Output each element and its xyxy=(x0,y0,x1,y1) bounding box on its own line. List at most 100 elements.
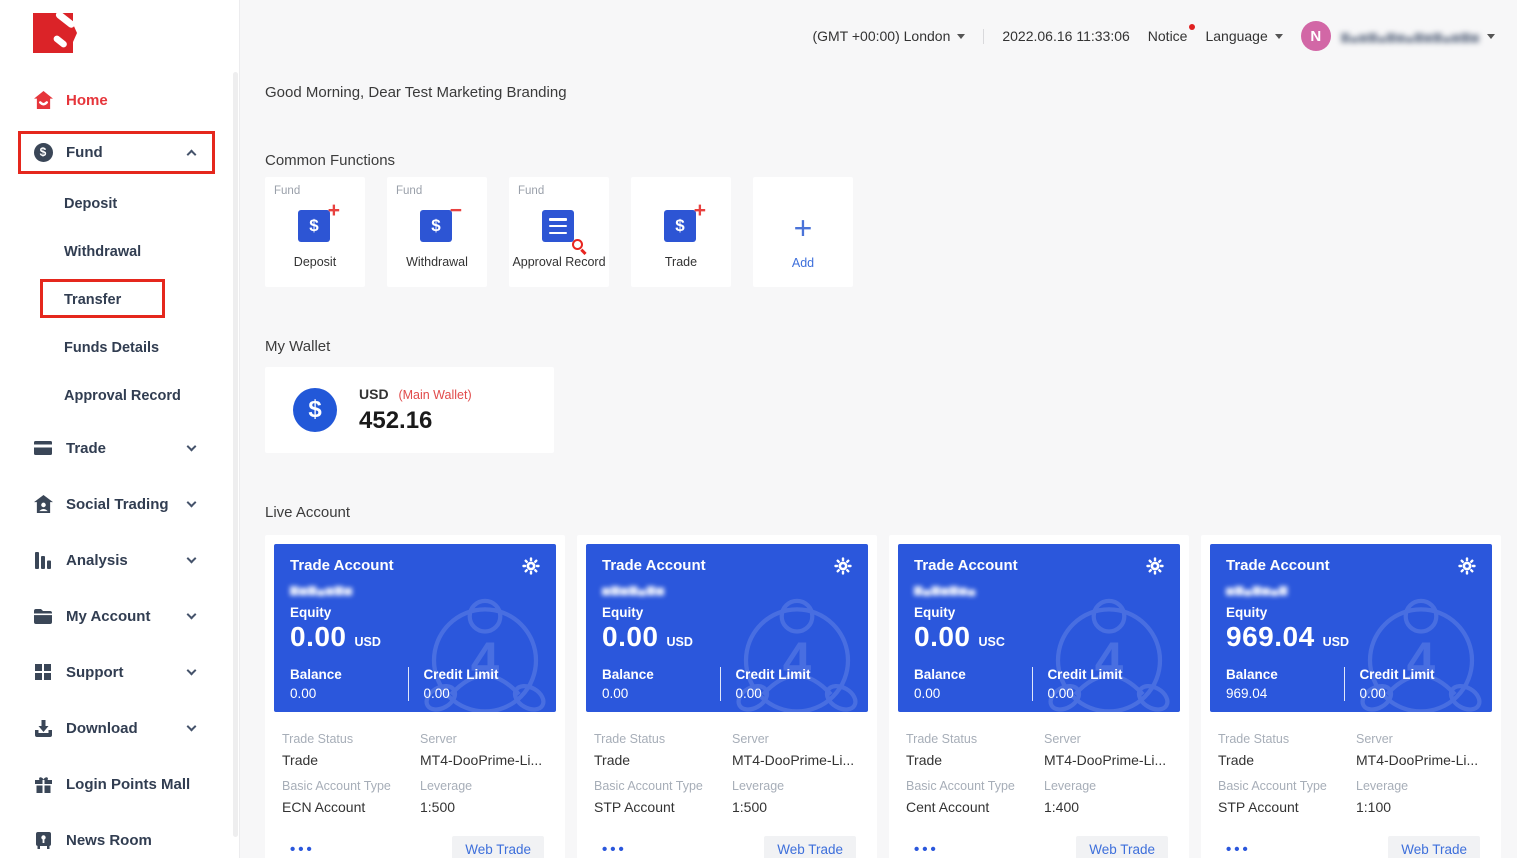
web-trade-button[interactable]: Web Trade xyxy=(1388,836,1480,858)
more-actions-button[interactable]: ••• xyxy=(914,841,939,858)
account-type-value: STP Account xyxy=(594,799,732,815)
sidebar-item-label: Social Trading xyxy=(66,496,169,513)
equity-value: 0.00 xyxy=(290,621,347,653)
sidebar-item-transfer[interactable]: Transfer xyxy=(0,276,239,324)
gear-icon[interactable] xyxy=(1146,557,1164,580)
fund-withdrawal-icon: $ − xyxy=(420,210,454,244)
common-function-add[interactable]: + Add xyxy=(753,177,853,287)
trade-account-card: 4 Trade Account ▆▅▆▄▅▆▅ Equity 0.00 USD … xyxy=(265,535,565,858)
language-selector[interactable]: Language xyxy=(1205,28,1282,44)
web-trade-button[interactable]: Web Trade xyxy=(452,836,544,858)
social-trading-icon xyxy=(33,495,53,513)
equity-value: 969.04 xyxy=(1226,621,1315,653)
sidebar-item-label: Fund xyxy=(66,144,103,161)
equity-value: 0.00 xyxy=(914,621,971,653)
sidebar-item-label: Home xyxy=(66,92,108,109)
gear-icon[interactable] xyxy=(522,557,540,580)
gear-icon[interactable] xyxy=(1458,557,1476,580)
timezone-selector[interactable]: (GMT +00:00) London xyxy=(812,28,965,44)
grid-icon xyxy=(33,664,53,680)
balance-value: 0.00 xyxy=(602,686,720,701)
sidebar-item-home[interactable]: Home xyxy=(0,76,239,124)
section-title-my-wallet: My Wallet xyxy=(265,338,1517,355)
sidebar-item-news-room[interactable]: News Room xyxy=(0,812,239,858)
leverage-value: 1:400 xyxy=(1044,799,1096,815)
wallet-card[interactable]: $ USD (Main Wallet) 452.16 xyxy=(265,367,554,453)
avatar: N xyxy=(1301,21,1331,51)
sidebar-item-label: News Room xyxy=(66,832,152,849)
magnifier-icon xyxy=(572,239,583,250)
common-function-deposit[interactable]: Fund $ + Deposit xyxy=(265,177,365,287)
trade-status-value: Trade xyxy=(282,752,420,768)
credit-limit-value: 0.00 xyxy=(423,686,541,701)
credit-limit-value: 0.00 xyxy=(1359,686,1477,701)
divider xyxy=(720,667,721,701)
main-content: (GMT +00:00) London 2022.06.16 11:33:06 … xyxy=(241,0,1517,858)
notice-button[interactable]: Notice xyxy=(1148,28,1188,44)
server-value: MT4-DooPrime-Li... xyxy=(420,752,542,768)
web-trade-button[interactable]: Web Trade xyxy=(1076,836,1168,858)
username-blurred: ▆▄▅▆▄▆▅▄▆▅▆▄▅▆▅ xyxy=(1341,30,1480,43)
chevron-down-icon xyxy=(187,721,197,731)
leverage-value: 1:500 xyxy=(732,799,784,815)
fund-deposit-icon: $ + xyxy=(298,210,332,244)
trade-account-title: Trade Account xyxy=(914,557,1018,574)
trade-account-title: Trade Account xyxy=(602,557,706,574)
divider xyxy=(1032,667,1033,701)
news-room-icon xyxy=(33,832,53,849)
balance-value: 0.00 xyxy=(914,686,1032,701)
doo-prime-logo-icon[interactable] xyxy=(33,12,77,58)
section-title-live-account: Live Account xyxy=(265,504,1517,521)
server-value: MT4-DooPrime-Li... xyxy=(1044,752,1166,768)
common-function-approval-record[interactable]: Fund Approval Record xyxy=(509,177,609,287)
live-account-row: 4 Trade Account ▆▅▆▄▅▆▅ Equity 0.00 USD … xyxy=(265,535,1517,858)
sidebar-item-support[interactable]: Support xyxy=(0,644,239,700)
sidebar-item-login-points-mall[interactable]: Login Points Mall xyxy=(0,756,239,812)
balance-value: 0.00 xyxy=(290,686,408,701)
web-trade-button[interactable]: Web Trade xyxy=(764,836,856,858)
server-value: MT4-DooPrime-Li... xyxy=(732,752,854,768)
sidebar-item-trade[interactable]: Trade xyxy=(0,420,239,476)
user-menu[interactable]: N ▆▄▅▆▄▆▅▄▆▅▆▄▅▆▅ xyxy=(1301,21,1495,51)
sidebar-item-my-account[interactable]: My Account xyxy=(0,588,239,644)
section-title-common-functions: Common Functions xyxy=(265,152,1517,169)
credit-limit-value: 0.00 xyxy=(735,686,853,701)
account-number-blurred: ▆▅▆▄▅▆▅ xyxy=(290,584,540,596)
add-icon: + xyxy=(794,213,813,243)
sidebar-item-deposit[interactable]: Deposit xyxy=(0,180,239,228)
top-bar: (GMT +00:00) London 2022.06.16 11:33:06 … xyxy=(241,0,1517,72)
divider xyxy=(983,29,984,44)
analysis-icon xyxy=(33,552,53,569)
sidebar-item-label: Download xyxy=(66,720,138,737)
sidebar-nav: Home $ Fund Deposit Withdrawal Transfer … xyxy=(0,76,239,858)
wallet-currency: USD xyxy=(359,386,389,402)
chevron-down-icon xyxy=(187,497,197,507)
sidebar-item-approval-record[interactable]: Approval Record xyxy=(0,372,239,420)
folder-icon xyxy=(33,609,53,624)
common-functions-row: Fund $ + Deposit Fund $ − Withdrawal Fun… xyxy=(265,177,1517,287)
gear-icon[interactable] xyxy=(834,557,852,580)
trade-status-value: Trade xyxy=(906,752,1044,768)
credit-limit-value: 0.00 xyxy=(1047,686,1165,701)
chevron-down-icon xyxy=(187,553,197,563)
account-number-blurred: ▅▆▄▆▅▄▆ xyxy=(1226,584,1476,596)
more-actions-button[interactable]: ••• xyxy=(602,841,627,858)
trade-account-title: Trade Account xyxy=(290,557,394,574)
common-function-trade[interactable]: $ + Trade xyxy=(631,177,731,287)
more-actions-button[interactable]: ••• xyxy=(1226,841,1251,858)
sidebar-item-download[interactable]: Download xyxy=(0,700,239,756)
chevron-down-icon xyxy=(187,665,197,675)
account-type-value: STP Account xyxy=(1218,799,1356,815)
account-type-value: ECN Account xyxy=(282,799,420,815)
divider xyxy=(1344,667,1345,701)
sidebar-item-label: Support xyxy=(66,664,124,681)
more-actions-button[interactable]: ••• xyxy=(290,841,315,858)
sidebar-item-social-trading[interactable]: Social Trading xyxy=(0,476,239,532)
sidebar-item-withdrawal[interactable]: Withdrawal xyxy=(0,228,239,276)
sidebar-item-analysis[interactable]: Analysis xyxy=(0,532,239,588)
sidebar-item-funds-details[interactable]: Funds Details xyxy=(0,324,239,372)
sidebar-item-fund[interactable]: $ Fund xyxy=(0,124,239,180)
common-function-withdrawal[interactable]: Fund $ − Withdrawal xyxy=(387,177,487,287)
equity-currency: USD xyxy=(355,635,381,649)
chevron-down-icon xyxy=(1275,34,1283,39)
